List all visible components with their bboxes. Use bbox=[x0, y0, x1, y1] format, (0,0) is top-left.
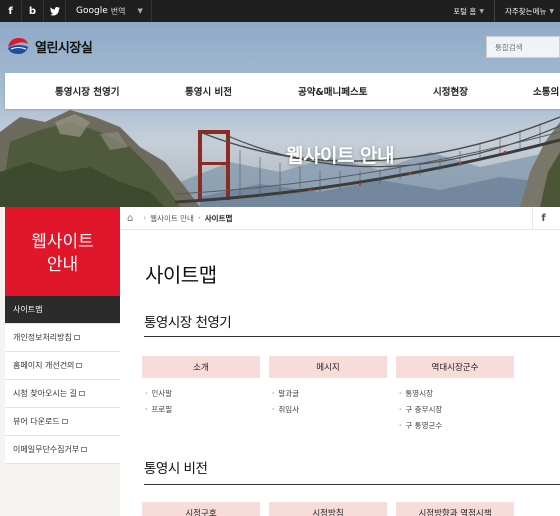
nav-item-pledges[interactable]: 공약&매니페스토 bbox=[298, 84, 367, 98]
facebook-share-icon[interactable]: f bbox=[532, 207, 554, 230]
city-emblem-icon bbox=[8, 38, 28, 54]
page-title: 사이트맵 bbox=[145, 263, 217, 287]
chevron-right-icon: › bbox=[143, 214, 147, 222]
blog-icon[interactable]: b bbox=[22, 0, 44, 22]
sidebar-item-viewer[interactable]: 뷰어 다운로드 bbox=[5, 408, 120, 436]
breadcrumb: ⌂ › 웹사이트 안내 › 사이트맵 f bbox=[120, 207, 560, 230]
site-logo[interactable]: 열린시장실 bbox=[6, 36, 93, 56]
twitter-icon[interactable] bbox=[44, 0, 66, 22]
sidebar-title-line2: 안내 bbox=[46, 254, 79, 275]
sitemap-link[interactable]: 통영시장 bbox=[399, 388, 433, 399]
sidebar-menu: 사이트맵 개인정보처리방침 홈페이지 개선건의 시청 찾아오시는 길 뷰어 다운… bbox=[5, 296, 120, 464]
chevron-down-icon: ▼ bbox=[479, 7, 484, 15]
portal-home-link[interactable]: 포털 홈 ▼ bbox=[447, 0, 490, 22]
facebook-icon[interactable]: f bbox=[0, 0, 22, 22]
divider bbox=[493, 0, 495, 22]
external-link-icon bbox=[81, 447, 88, 452]
main-content: ⌂ › 웹사이트 안내 › 사이트맵 f 사이트맵 통영시장 천영기 소개 메시… bbox=[120, 207, 560, 516]
sidebar-item-privacy[interactable]: 개인정보처리방침 bbox=[5, 324, 120, 352]
logo-text: 열린시장실 bbox=[35, 40, 93, 56]
section-divider bbox=[144, 336, 560, 337]
quick-menu-link[interactable]: 자주찾는메뉴 ▼ bbox=[499, 0, 560, 22]
sidebar-item-email-refusal[interactable]: 이메일무단수집거부 bbox=[5, 436, 120, 464]
nav-item-mayor[interactable]: 통영시장 천영기 bbox=[55, 84, 120, 98]
sidebar-item-improvement[interactable]: 홈페이지 개선건의 bbox=[5, 352, 120, 380]
nav-item-vision[interactable]: 통영시 비전 bbox=[185, 84, 232, 98]
external-link-icon bbox=[76, 363, 83, 368]
category-policy[interactable]: 시정방침 bbox=[269, 502, 387, 516]
sidebar-title-line1: 웹사이트 bbox=[31, 232, 94, 253]
external-link-icon bbox=[61, 419, 68, 424]
category-past-mayors[interactable]: 역대시장군수 bbox=[396, 356, 514, 378]
sidebar-item-label: 이메일무단수집거부 bbox=[13, 445, 80, 454]
sidebar-item-label: 뷰어 다운로드 bbox=[13, 417, 60, 426]
sidebar-item-label: 시청 찾아오시는 길 bbox=[13, 389, 77, 398]
google-label: Google bbox=[76, 6, 108, 16]
home-icon[interactable]: ⌂ bbox=[127, 213, 133, 224]
breadcrumb-current: 사이트맵 bbox=[204, 213, 233, 223]
sitemap-link[interactable]: 구 통영군수 bbox=[399, 420, 442, 431]
section-title: 통영시 비전 bbox=[144, 461, 208, 477]
category-intro[interactable]: 소개 bbox=[142, 356, 260, 378]
sitemap-link[interactable]: 인사말 bbox=[145, 388, 172, 399]
hero-title: 웹사이트 안내 bbox=[286, 145, 395, 167]
google-translate-select[interactable]: Google 번역 ▼ bbox=[66, 0, 152, 22]
breadcrumb-parent[interactable]: 웹사이트 안내 bbox=[150, 213, 194, 224]
chevron-down-icon: ▼ bbox=[549, 7, 554, 15]
sidebar-item-sitemap[interactable]: 사이트맵 bbox=[5, 296, 120, 324]
quick-menu-label: 자주찾는메뉴 bbox=[504, 6, 547, 16]
category-slogan[interactable]: 시정구호 bbox=[142, 502, 260, 516]
sitemap-link[interactable]: 구 충무시장 bbox=[399, 404, 442, 415]
twitter-bird-icon bbox=[49, 6, 60, 15]
sidebar-item-label: 홈페이지 개선건의 bbox=[13, 361, 75, 370]
sitemap-link[interactable]: 말과글 bbox=[272, 388, 299, 399]
chevron-right-icon: › bbox=[197, 214, 201, 222]
nav-item-communication[interactable]: 소통의 bbox=[533, 84, 559, 98]
nav-item-field[interactable]: 시정현장 bbox=[433, 84, 468, 98]
sitemap-link[interactable]: 취임사 bbox=[272, 404, 299, 415]
main-navigation: 통영시장 천영기 통영시 비전 공약&매니페스토 시정현장 소통의 bbox=[5, 73, 560, 109]
sidebar-item-label: 개인정보처리방침 bbox=[13, 333, 72, 342]
external-link-icon bbox=[78, 391, 85, 396]
sidebar-item-directions[interactable]: 시청 찾아오시는 길 bbox=[5, 380, 120, 408]
category-direction[interactable]: 시정방향과 역점시책 bbox=[396, 502, 514, 516]
external-link-icon bbox=[73, 335, 80, 340]
sidebar-item-label: 사이트맵 bbox=[13, 305, 43, 314]
section-title: 통영시장 천영기 bbox=[144, 315, 232, 331]
search-box[interactable] bbox=[486, 36, 560, 58]
sitemap-link[interactable]: 프로필 bbox=[145, 404, 172, 415]
translate-label: 번역 bbox=[110, 6, 126, 16]
sidebar-title: 웹사이트 안내 bbox=[5, 207, 120, 296]
chevron-down-icon: ▼ bbox=[137, 7, 143, 15]
section-divider bbox=[144, 484, 560, 485]
portal-home-label: 포털 홈 bbox=[453, 6, 477, 16]
top-utility-bar: f b Google 번역 ▼ 포털 홈 ▼ 자주찾는메뉴 ▼ bbox=[0, 0, 560, 22]
category-message[interactable]: 메시지 bbox=[269, 356, 387, 378]
search-input[interactable] bbox=[495, 42, 555, 52]
